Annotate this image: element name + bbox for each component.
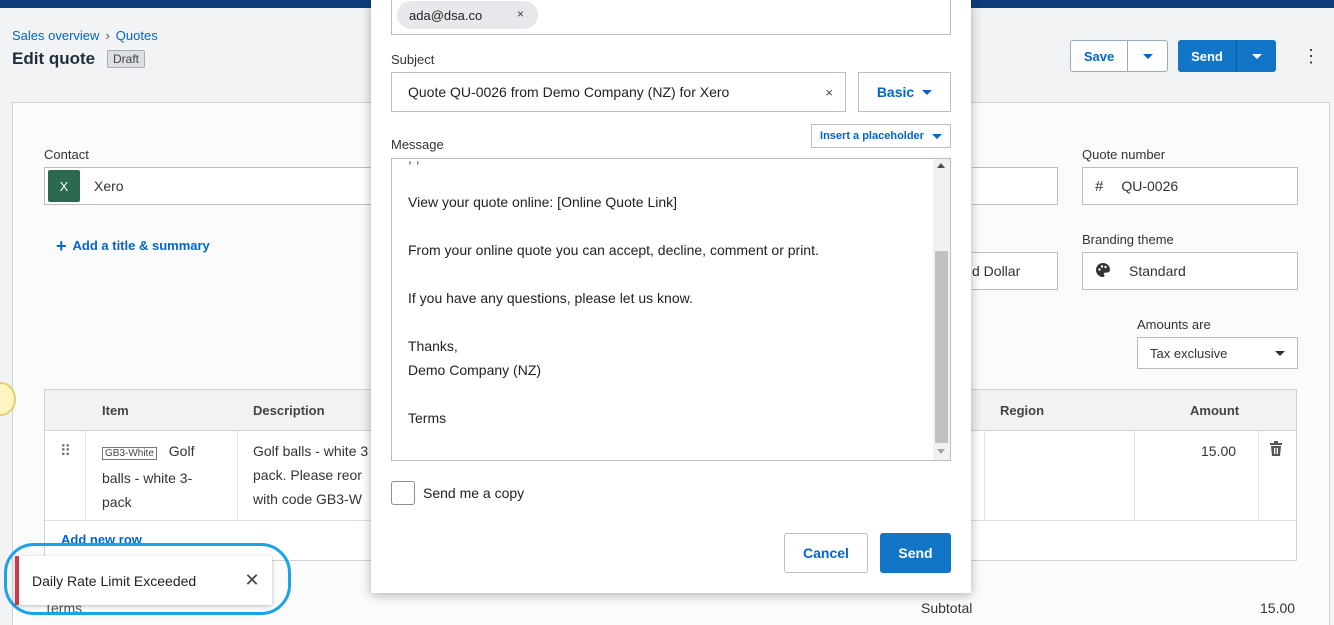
more-options-icon[interactable]: ⋮ [1302, 46, 1320, 67]
column-divider [85, 431, 86, 520]
close-icon[interactable]: ✕ [232, 570, 272, 591]
item-name-line: Golf [168, 443, 195, 459]
branding-theme-value: Standard [1129, 263, 1186, 279]
status-badge: Draft [107, 50, 146, 68]
message-line: If you have any questions, please let us… [408, 290, 693, 306]
currency-field[interactable]: d Dollar [972, 252, 1058, 290]
add-title-summary-link[interactable]: + Add a title & summary [56, 234, 210, 256]
column-header-item: Item [102, 403, 129, 418]
message-line: Terms [408, 410, 447, 426]
add-title-summary-label: Add a title & summary [72, 238, 210, 253]
message-label: Message [391, 137, 444, 152]
save-options-button[interactable] [1127, 41, 1167, 71]
breadcrumb-separator: › [105, 28, 110, 43]
quote-number-value: QU-0026 [1121, 178, 1179, 194]
send-copy-checkbox[interactable] [391, 481, 415, 505]
column-header-amount: Amount [1190, 403, 1240, 418]
description-line: with code GB3-W [253, 491, 362, 507]
breadcrumb: Sales overview › Quotes [12, 28, 158, 43]
plus-icon: + [56, 236, 67, 256]
column-divider [1258, 431, 1259, 520]
message-textarea[interactable]: , , View your quote online: [Online Quot… [391, 158, 951, 461]
item-name-line: pack [102, 494, 132, 510]
message-line: View your quote online: [Online Quote Li… [408, 194, 678, 210]
item-cell[interactable]: GB3-White Golf balls - white 3- pack [102, 439, 228, 514]
drag-handle-icon[interactable]: ⠿ [60, 440, 71, 464]
description-line: Golf balls - white 3 [253, 443, 369, 459]
scrollbar-thumb[interactable] [935, 251, 948, 443]
send-quote-button[interactable]: Send [1178, 40, 1236, 72]
recipient-chip: ada@dsa.co × [397, 1, 538, 29]
message-line: Demo Company (NZ) [408, 362, 542, 378]
contact-value: Xero [94, 178, 124, 194]
item-name-line: balls - white 3- [102, 470, 193, 486]
send-quote-dialog: ada@dsa.co × Subject Quote QU-0026 from … [371, 0, 971, 593]
chevron-down-icon [1142, 53, 1153, 59]
chevron-down-icon [1275, 350, 1285, 356]
amount-cell[interactable]: 15.00 [1201, 439, 1236, 463]
contact-field[interactable]: X Xero [44, 167, 404, 205]
email-template-dropdown[interactable]: Basic [858, 72, 951, 112]
send-options-button[interactable] [1236, 40, 1276, 72]
branding-theme-label: Branding theme [1082, 232, 1174, 247]
remove-recipient-icon[interactable]: × [517, 7, 524, 21]
subtotal-label: Subtotal [921, 600, 973, 616]
message-line: From your online quote you can accept, d… [408, 242, 819, 258]
breadcrumb-sales-overview-link[interactable]: Sales overview [12, 28, 99, 43]
send-copy-label[interactable]: Send me a copy [423, 485, 524, 501]
page-title: Edit quote [12, 49, 96, 68]
insert-placeholder-label: Insert a placeholder [820, 130, 924, 142]
error-toast: Daily Rate Limit Exceeded ✕ [15, 556, 272, 605]
column-header-description: Description [253, 403, 325, 418]
recipient-email: ada@dsa.co [409, 7, 483, 23]
recipients-field[interactable]: ada@dsa.co × [391, 0, 951, 35]
scroll-up-arrow-icon[interactable] [937, 163, 945, 168]
chevron-down-icon [922, 89, 933, 95]
cancel-button[interactable]: Cancel [784, 533, 868, 573]
email-template-label: Basic [876, 84, 915, 100]
contact-avatar: X [48, 170, 80, 202]
subject-label: Subject [391, 52, 435, 67]
save-button-group: Save [1070, 40, 1168, 72]
toast-message: Daily Rate Limit Exceeded [32, 572, 197, 589]
send-button[interactable]: Send [880, 533, 951, 573]
scroll-down-arrow-icon[interactable] [937, 449, 945, 454]
branding-theme-field[interactable]: Standard [1082, 252, 1298, 290]
palette-icon [1095, 262, 1111, 281]
chevron-down-icon [931, 133, 942, 139]
message-clipped-line: , , [408, 158, 420, 166]
subtotal-value: 15.00 [1260, 600, 1296, 616]
amounts-are-value: Tax exclusive [1150, 345, 1228, 361]
currency-value: d Dollar [972, 263, 1021, 279]
description-cell[interactable]: Golf balls - white 3 pack. Please reor w… [253, 439, 368, 511]
insert-placeholder-button[interactable]: Insert a placeholder [811, 124, 951, 148]
chevron-down-icon [1251, 53, 1262, 59]
reference-field[interactable] [972, 167, 1058, 205]
breadcrumb-quotes-link[interactable]: Quotes [116, 28, 158, 43]
hash-icon: # [1095, 177, 1104, 195]
column-divider [237, 431, 238, 520]
subject-input[interactable]: Quote QU-0026 from Demo Company (NZ) for… [391, 72, 846, 112]
subject-value: Quote QU-0026 from Demo Company (NZ) for… [408, 84, 730, 100]
contact-label: Contact [44, 147, 89, 162]
message-line: Thanks, [408, 338, 458, 354]
item-code-tag: GB3-White [102, 447, 157, 460]
save-button[interactable]: Save [1071, 41, 1127, 71]
column-divider [984, 431, 985, 520]
clear-subject-icon[interactable]: × [825, 85, 833, 100]
column-divider [1134, 431, 1135, 520]
quote-number-label: Quote number [1082, 147, 1166, 162]
amounts-are-select[interactable]: Tax exclusive [1137, 337, 1298, 369]
trash-icon[interactable] [1269, 440, 1283, 464]
column-header-region: Region [1000, 403, 1045, 418]
quote-number-field[interactable]: # QU-0026 [1082, 167, 1298, 205]
amounts-are-label: Amounts are [1137, 317, 1211, 332]
description-line: pack. Please reor [253, 467, 362, 483]
send-button-group: Send [1178, 40, 1276, 72]
message-scrollbar[interactable] [933, 159, 950, 460]
